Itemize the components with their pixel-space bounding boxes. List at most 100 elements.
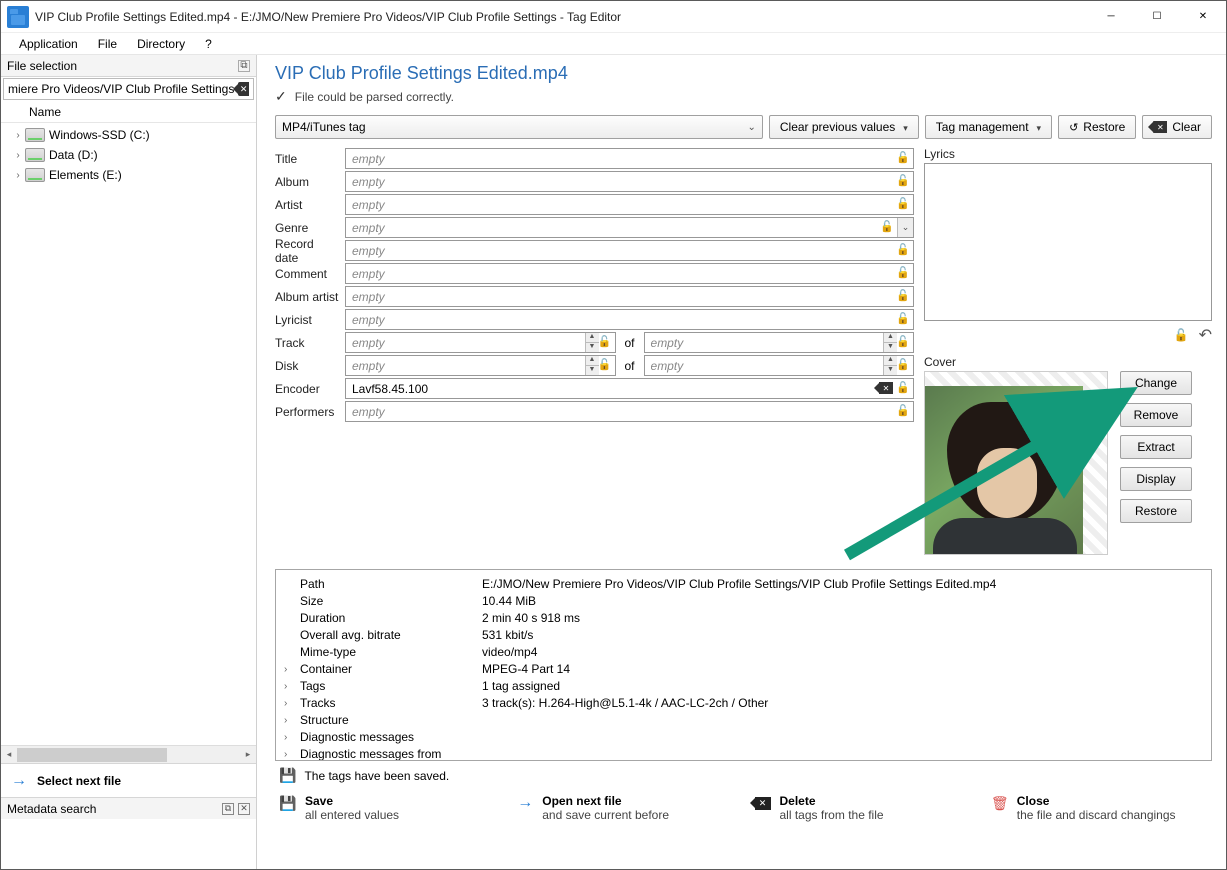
info-row[interactable]: ›Diagnostic messages (284, 729, 1203, 746)
track-total-field[interactable]: ▲▼🔓 (644, 332, 915, 353)
cover-extract-button[interactable]: Extract (1120, 435, 1192, 459)
save-action[interactable]: 💾 Save all entered values (279, 794, 496, 822)
tag-format-combo[interactable]: MP4/iTunes tag ⌄ (275, 115, 763, 139)
lyricist-field[interactable]: 🔓 (345, 309, 914, 330)
info-row[interactable]: ›Tracks3 track(s): H.264-High@L5.1-4k / … (284, 695, 1203, 712)
menu-file[interactable]: File (88, 35, 127, 53)
cover-remove-button[interactable]: Remove (1120, 403, 1192, 427)
chevron-down-icon[interactable]: ⌄ (897, 218, 913, 237)
expander-icon[interactable]: › (284, 712, 298, 729)
artist-field[interactable]: 🔓 (345, 194, 914, 215)
drive-tree: › Windows-SSD (C:) › Data (D:) › Element… (1, 123, 256, 745)
scroll-right-icon[interactable]: ▸ (240, 746, 256, 763)
cover-change-button[interactable]: Change (1120, 371, 1192, 395)
lock-icon[interactable]: 🔓 (896, 358, 910, 371)
album-artist-field[interactable]: 🔓 (345, 286, 914, 307)
info-row[interactable]: ›Tags1 tag assigned (284, 678, 1203, 695)
spin-up-icon[interactable]: ▲ (883, 356, 897, 366)
spin-down-icon[interactable]: ▼ (883, 366, 897, 375)
lyrics-label: Lyrics (924, 147, 1212, 161)
label-artist: Artist (275, 198, 339, 212)
menu-help[interactable]: ? (195, 35, 222, 53)
disk-total-field[interactable]: ▲▼🔓 (644, 355, 915, 376)
scroll-left-icon[interactable]: ◂ (1, 746, 17, 763)
spin-up-icon[interactable]: ▲ (585, 333, 599, 343)
undo-icon[interactable]: ↶ (1199, 325, 1212, 345)
info-key: Structure (298, 712, 482, 729)
expander-icon[interactable]: › (284, 695, 298, 712)
drive-row-e[interactable]: › Elements (E:) (1, 165, 256, 185)
spin-up-icon[interactable]: ▲ (585, 356, 599, 366)
clear-path-icon[interactable]: ✕ (238, 82, 249, 96)
track-number-field[interactable]: ▲▼🔓 (345, 332, 616, 353)
title-field[interactable]: 🔓 (345, 148, 914, 169)
clear-icon[interactable]: ✕ (879, 382, 893, 394)
genre-field[interactable]: 🔓⌄ (345, 217, 914, 238)
drive-row-c[interactable]: › Windows-SSD (C:) (1, 125, 256, 145)
lock-icon[interactable]: 🔓 (896, 243, 910, 256)
expander-icon[interactable]: › (284, 678, 298, 695)
encoder-field[interactable]: ✕🔓 (345, 378, 914, 399)
spin-up-icon[interactable]: ▲ (883, 333, 897, 343)
lock-icon[interactable]: 🔓 (896, 151, 910, 164)
select-next-file-button[interactable]: → Select next file (1, 763, 256, 797)
lock-icon[interactable]: 🔓 (896, 266, 910, 279)
menu-application[interactable]: Application (9, 35, 88, 53)
window-title: VIP Club Profile Settings Edited.mp4 - E… (35, 10, 621, 24)
popout-icon[interactable]: ⧉ (238, 60, 250, 72)
cover-image[interactable] (924, 371, 1108, 555)
close-button[interactable]: ✕ (1180, 1, 1226, 33)
lock-icon[interactable]: 🔓 (896, 404, 910, 417)
expander-icon[interactable]: › (284, 729, 298, 746)
album-field[interactable]: 🔓 (345, 171, 914, 192)
clear-button[interactable]: ✕ Clear (1142, 115, 1212, 139)
open-next-file-action[interactable]: → Open next file and save current before (516, 794, 733, 822)
spin-down-icon[interactable]: ▼ (585, 366, 599, 375)
maximize-button[interactable]: ☐ (1134, 1, 1180, 33)
expander-icon[interactable]: › (11, 150, 25, 161)
expander-icon (284, 627, 298, 644)
expander-icon[interactable]: › (284, 661, 298, 678)
minimize-button[interactable]: ─ (1088, 1, 1134, 33)
clear-previous-values-button[interactable]: Clear previous values (769, 115, 919, 139)
performers-field[interactable]: 🔓 (345, 401, 914, 422)
path-input[interactable]: miere Pro Videos/VIP Club Profile Settin… (3, 78, 254, 100)
spin-down-icon[interactable]: ▼ (883, 343, 897, 352)
tree-scrollbar[interactable]: ◂ ▸ (1, 745, 256, 763)
lock-icon[interactable]: 🔓 (896, 381, 910, 394)
spin-down-icon[interactable]: ▼ (585, 343, 599, 352)
info-row[interactable]: ›ContainerMPEG-4 Part 14 (284, 661, 1203, 678)
info-row[interactable]: ›Structure (284, 712, 1203, 729)
drive-row-d[interactable]: › Data (D:) (1, 145, 256, 165)
lyrics-textarea[interactable] (924, 163, 1212, 321)
comment-field[interactable]: 🔓 (345, 263, 914, 284)
record-date-field[interactable]: 🔓 (345, 240, 914, 261)
lock-icon[interactable]: 🔓 (1174, 328, 1189, 342)
lock-icon[interactable]: 🔓 (896, 197, 910, 210)
lock-icon[interactable]: 🔓 (896, 335, 910, 348)
lock-icon[interactable]: 🔓 (880, 220, 894, 233)
tree-name-header[interactable]: Name (1, 101, 256, 123)
lock-icon[interactable]: 🔓 (896, 289, 910, 302)
cover-display-button[interactable]: Display (1120, 467, 1192, 491)
close-file-action[interactable]: 🗑 Close the file and discard changings (991, 794, 1208, 822)
disk-number-field[interactable]: ▲▼🔓 (345, 355, 616, 376)
metadata-search-header: Metadata search ⧉ ✕ (1, 797, 256, 819)
scroll-thumb[interactable] (17, 748, 167, 762)
expander-icon[interactable]: › (11, 170, 25, 181)
expander-icon[interactable]: › (11, 130, 25, 141)
expander-icon[interactable]: › (284, 746, 298, 761)
delete-tags-action[interactable]: ✕ Delete all tags from the file (754, 794, 971, 822)
menu-directory[interactable]: Directory (127, 35, 195, 53)
lock-icon[interactable]: 🔓 (598, 335, 612, 348)
expander-icon (284, 610, 298, 627)
restore-button[interactable]: ↺ Restore (1058, 115, 1136, 139)
tag-management-button[interactable]: Tag management (925, 115, 1052, 139)
info-row[interactable]: ›Diagnostic messages from reparsing (284, 746, 1203, 761)
lock-icon[interactable]: 🔓 (598, 358, 612, 371)
lock-icon[interactable]: 🔓 (896, 312, 910, 325)
lock-icon[interactable]: 🔓 (896, 174, 910, 187)
close-panel-icon[interactable]: ✕ (238, 803, 250, 815)
cover-restore-button[interactable]: Restore (1120, 499, 1192, 523)
popout-icon[interactable]: ⧉ (222, 803, 234, 815)
